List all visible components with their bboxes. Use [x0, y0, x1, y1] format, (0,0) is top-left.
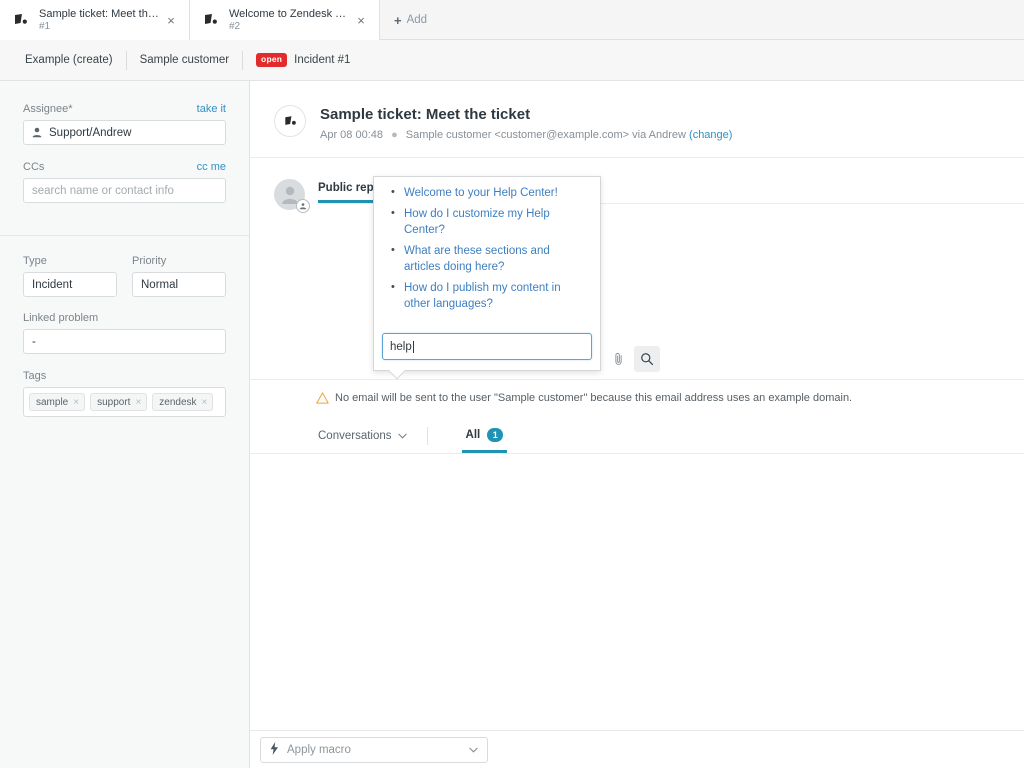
ccs-label: CCs [23, 161, 45, 173]
assignee-field[interactable]: Support/Andrew [23, 120, 226, 145]
tab-ticket-number: #2 [229, 20, 241, 32]
tab-zendesk-talk[interactable]: Welcome to Zendesk Talk! #2 × [190, 0, 380, 40]
tab-title: Sample ticket: Meet the ticket [39, 7, 159, 20]
remove-tag-icon[interactable]: × [135, 397, 141, 408]
assignee-label: Assignee* [23, 103, 73, 115]
tag-chip[interactable]: support × [90, 393, 148, 411]
ticket-timestamp: Apr 08 00:48 [320, 128, 383, 141]
end-user-icon [296, 199, 310, 213]
ticket-footer: Apply macro [250, 730, 1024, 768]
warning-triangle-icon [316, 392, 329, 407]
priority-select[interactable]: Normal [132, 272, 226, 297]
person-icon [32, 127, 42, 138]
ccs-row: CCs cc me [23, 161, 226, 173]
close-icon[interactable]: × [163, 12, 179, 28]
tags-field[interactable]: sample × support × zendesk × [23, 387, 226, 417]
breadcrumb-item-customer[interactable]: Sample customer [127, 50, 244, 70]
add-tab-label: Add [406, 14, 428, 26]
ticket-properties-sidebar: Assignee* take it Support/Andrew CCs cc … [0, 81, 250, 768]
tags-label: Tags [23, 370, 47, 382]
tags-row: Tags [23, 370, 226, 382]
article-suggestions-list: Welcome to your Help Center! How do I cu… [374, 184, 600, 312]
warning-text: No email will be sent to the user "Sampl… [335, 392, 853, 404]
priority-label: Priority [132, 255, 167, 267]
tag-chip[interactable]: zendesk × [152, 393, 214, 411]
page-title: Sample ticket: Meet the ticket [320, 106, 531, 123]
tab-sample-ticket[interactable]: Sample ticket: Meet the ticket #1 × [0, 0, 190, 40]
divider [426, 427, 428, 445]
meta-separator: ● [391, 128, 398, 141]
ticket-main-panel: Sample ticket: Meet the ticket Apr 08 00… [250, 81, 1024, 768]
status-badge: open [256, 53, 288, 67]
type-label: Type [23, 255, 47, 267]
add-tab-button[interactable]: + Add [380, 0, 441, 40]
tag-label: support [97, 396, 131, 408]
linked-problem-label: Linked problem [23, 312, 99, 324]
type-select[interactable]: Incident [23, 272, 117, 297]
knowledge-search-value: help [390, 340, 412, 353]
ticket-requester: Sample customer <customer@example.com> v… [405, 128, 686, 141]
remove-tag-icon[interactable]: × [202, 397, 208, 408]
chevron-down-icon [469, 744, 478, 756]
apply-macro-label: Apply macro [287, 743, 351, 756]
text-cursor [412, 340, 414, 353]
conversations-dropdown[interactable]: Conversations [318, 419, 427, 453]
article-link[interactable]: What are these sections and articles doi… [391, 242, 588, 275]
search-icon[interactable] [634, 346, 660, 372]
ticket-meta: Apr 08 00:48 ● Sample customer <customer… [320, 129, 732, 141]
tag-label: sample [36, 396, 69, 408]
remove-tag-icon[interactable]: × [73, 397, 79, 408]
type-value: Incident [32, 278, 73, 291]
all-count-badge: 1 [487, 427, 504, 442]
breadcrumb-item-current[interactable]: open Incident #1 [243, 51, 364, 70]
zendesk-logo-icon [12, 11, 30, 29]
tab-all[interactable]: All 1 [461, 419, 508, 453]
assignee-value: Support/Andrew [49, 126, 132, 139]
ticket-header: Sample ticket: Meet the ticket Apr 08 00… [250, 81, 1024, 158]
knowledge-search-input[interactable]: help [382, 333, 592, 360]
type-row: Type [23, 255, 117, 267]
linked-problem-value: - [32, 335, 36, 348]
article-link[interactable]: Welcome to your Help Center! [391, 184, 588, 201]
conversation-filter-bar: Conversations All 1 [250, 419, 1024, 454]
plus-icon: + [394, 12, 402, 28]
ccs-input[interactable]: search name or contact info [23, 178, 226, 203]
priority-row: Priority [132, 255, 226, 267]
tag-chip[interactable]: sample × [29, 393, 86, 411]
cc-me-link[interactable]: cc me [197, 161, 226, 173]
tab-ticket-number: #1 [39, 20, 51, 32]
breadcrumb: Example (create) Sample customer open In… [0, 40, 1024, 81]
linked-problem-select[interactable]: - [23, 329, 226, 354]
breadcrumb-current-label: Incident #1 [294, 54, 351, 66]
attachment-icon[interactable] [605, 346, 631, 372]
lightning-bolt-icon [270, 741, 279, 758]
reply-composer: Public reply T [250, 158, 1024, 380]
knowledge-capture-popup: Welcome to your Help Center! How do I cu… [373, 176, 601, 380]
conversations-label: Conversations [318, 430, 392, 442]
browser-tab-bar: Sample ticket: Meet the ticket #1 × Welc… [0, 0, 1024, 40]
apply-macro-button[interactable]: Apply macro [260, 736, 488, 763]
close-icon[interactable]: × [353, 12, 369, 28]
article-link[interactable]: How do I publish my content in other lan… [391, 279, 588, 312]
user-avatar-icon [274, 179, 310, 213]
linked-problem-row: Linked problem [23, 312, 226, 324]
tab-title: Welcome to Zendesk Talk! [229, 7, 349, 20]
no-email-warning: No email will be sent to the user "Sampl… [250, 380, 1024, 407]
zendesk-logo-icon [274, 105, 306, 137]
all-tab-label: All [465, 428, 481, 441]
tag-label: zendesk [159, 396, 197, 408]
article-link[interactable]: How do I customize my Help Center? [391, 205, 588, 238]
ccs-placeholder: search name or contact info [32, 184, 174, 197]
assignee-row: Assignee* take it [23, 103, 226, 115]
composer-toolbar: T [568, 339, 1024, 379]
chevron-down-icon [397, 430, 407, 442]
breadcrumb-item-example[interactable]: Example (create) [12, 50, 127, 70]
take-it-link[interactable]: take it [197, 103, 226, 115]
change-requester-link[interactable]: (change) [689, 129, 732, 141]
zendesk-logo-icon [202, 11, 220, 29]
priority-value: Normal [141, 278, 179, 291]
